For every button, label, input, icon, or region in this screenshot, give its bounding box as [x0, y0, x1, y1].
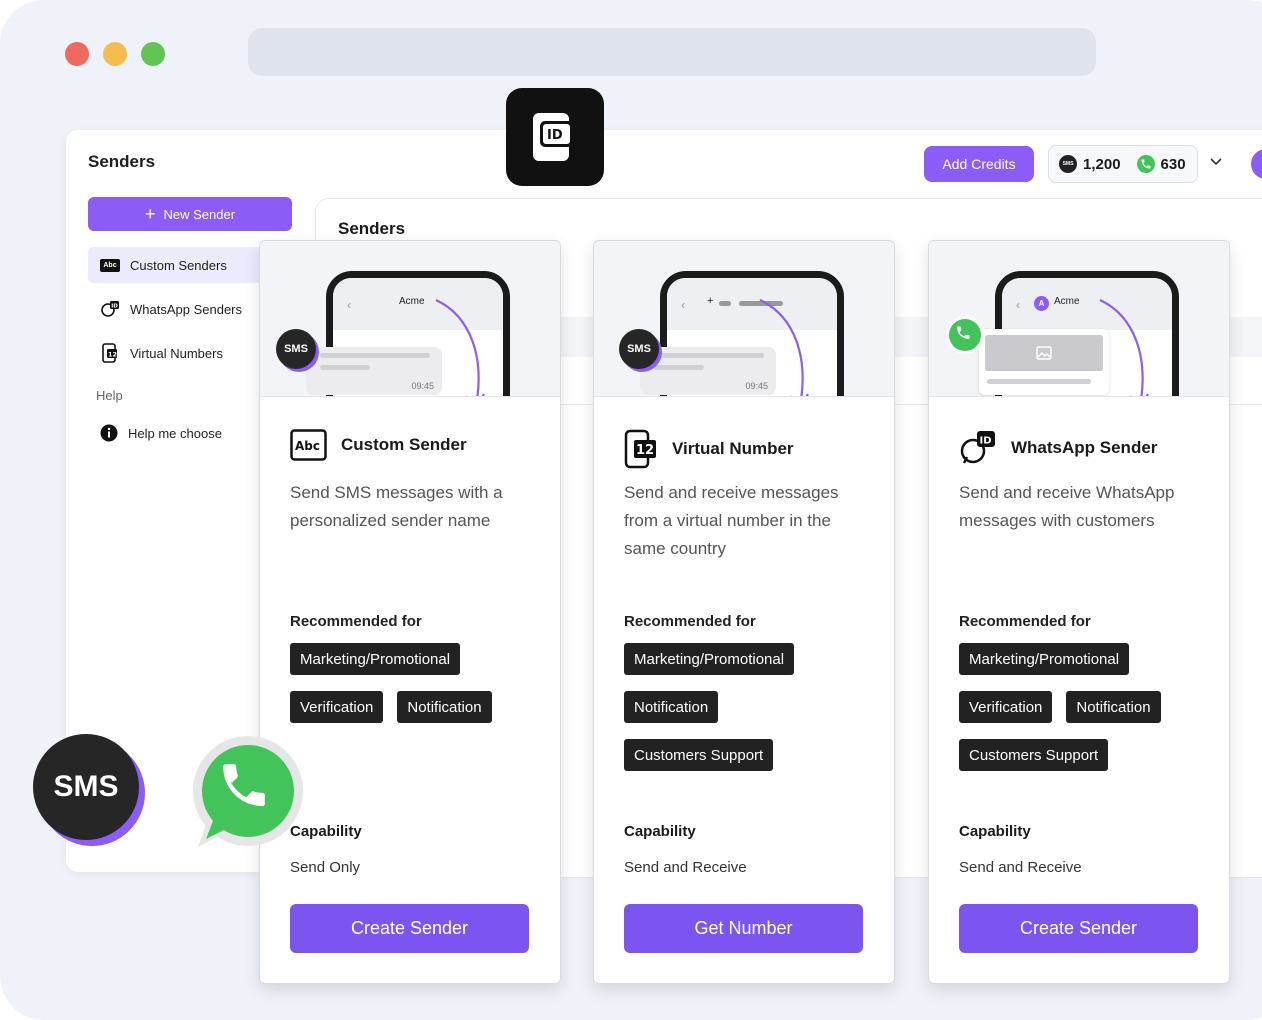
whatsapp-credit-icon [1136, 155, 1155, 173]
card-title: Custom Sender [341, 435, 467, 454]
svg-text:ID: ID [111, 303, 118, 309]
add-credits-button[interactable]: Add Credits [924, 146, 1034, 182]
card-description: Send and receive messages from a virtual… [624, 483, 839, 558]
back-chevron-icon: ‹ [347, 298, 351, 312]
card-header: ID WhatsApp Sender [959, 429, 1157, 467]
tag: Notification [624, 691, 719, 723]
sender-id-logo: ID [506, 88, 604, 186]
card-title: Virtual Number [672, 439, 794, 458]
plus-icon: + [707, 295, 714, 307]
tag-list: Marketing/Promotional Verification Notif… [959, 643, 1209, 771]
sms-badge: SMS [276, 329, 316, 369]
tag: Verification [290, 691, 384, 723]
svg-text:ID: ID [547, 128, 563, 143]
new-sender-button[interactable]: + New Sender [88, 197, 292, 231]
arrow-icon [1099, 299, 1149, 396]
avatar[interactable] [1251, 149, 1262, 179]
card-illustration: ‹ A Acme [929, 241, 1229, 397]
card-title: WhatsApp Sender [1011, 438, 1158, 457]
sidebar-item-label: Help me choose [128, 425, 222, 441]
sms-badge-large: SMS [33, 734, 139, 840]
browser-frame: Senders Add Credits SMS 1,200 630 + New … [0, 0, 1262, 1020]
tag: Marketing/Promotional [624, 643, 795, 675]
window-maximize-dot[interactable] [141, 42, 165, 66]
whatsapp-credit-count: 630 [1160, 155, 1186, 173]
chevron-down-icon[interactable] [1209, 154, 1223, 168]
card-header: Abc Custom Sender [290, 429, 467, 461]
card-illustration: ‹ + 09:45 SMS [594, 241, 894, 397]
tag: Customers Support [959, 739, 1109, 771]
sidebar-item-custom-senders[interactable]: Abc Custom Senders [88, 247, 288, 283]
hero-sender-name: Acme [399, 296, 425, 307]
info-icon [100, 424, 118, 442]
card-illustration: ‹ Acme 09:45 SMS [260, 241, 560, 397]
sender-id-icon: ID [533, 113, 573, 161]
get-number-button[interactable]: Get Number [624, 904, 863, 953]
capability-label: Capability [624, 823, 696, 840]
sidebar-item-help-me-choose[interactable]: Help me choose [88, 415, 268, 451]
card-description: Send SMS messages with a personalized se… [290, 483, 503, 530]
svg-text:12: 12 [108, 350, 117, 358]
phone-12-icon: 12 [624, 429, 656, 469]
svg-text:ID: ID [980, 436, 992, 447]
tag: Marketing/Promotional [290, 643, 461, 675]
help-heading: Help [96, 388, 123, 403]
window-close-dot[interactable] [65, 42, 89, 66]
abc-icon: Abc [290, 429, 327, 461]
sidebar-item-whatsapp-senders[interactable]: ID WhatsApp Senders [88, 291, 268, 327]
capability-value: Send and Receive [959, 859, 1082, 876]
tag: Notification [397, 691, 492, 723]
recommended-label: Recommended for [290, 613, 422, 630]
sms-credit-count: 1,200 [1083, 155, 1121, 173]
sender-card-custom: ‹ Acme 09:45 SMS Abc Custom Sender Send [259, 240, 561, 984]
address-bar[interactable] [248, 28, 1096, 76]
capability-value: Send Only [290, 859, 361, 876]
sidebar-item-label: WhatsApp Senders [130, 301, 243, 317]
media-bubble [979, 329, 1109, 395]
credits-balance[interactable]: SMS 1,200 630 [1048, 145, 1198, 183]
message-bubble: 09:45 [306, 347, 442, 395]
page-title: Senders [88, 152, 156, 171]
sidebar-item-virtual-numbers[interactable]: 12 Virtual Numbers [88, 335, 268, 371]
sender-card-virtual-number: ‹ + 09:45 SMS 12 Virtual Number Send and… [593, 240, 895, 984]
whatsapp-logo-icon [193, 736, 303, 847]
window-minimize-dot[interactable] [103, 42, 127, 66]
svg-text:12: 12 [636, 443, 654, 458]
arrow-icon [759, 299, 809, 396]
sms-badge: SMS [619, 329, 659, 369]
image-placeholder-icon [985, 335, 1103, 371]
tag: Verification [959, 691, 1053, 723]
abc-icon: Abc [100, 258, 120, 272]
tag: Customers Support [624, 739, 774, 771]
card-description: Send and receive WhatsApp messages with … [959, 483, 1175, 530]
plus-icon: + [144, 204, 156, 224]
whatsapp-id-icon: ID [960, 431, 995, 464]
recommended-label: Recommended for [959, 613, 1091, 630]
tag: Notification [1066, 691, 1161, 723]
create-sender-button[interactable]: Create Sender [959, 904, 1198, 953]
svg-text:Abc: Abc [295, 439, 320, 453]
sender-card-whatsapp: ‹ A Acme ID WhatsApp Sender Send and rec… [928, 240, 1230, 984]
create-sender-button[interactable]: Create Sender [290, 904, 529, 953]
sms-credit-icon: SMS [1059, 155, 1077, 173]
acme-avatar-icon: A [1034, 296, 1049, 311]
new-sender-label: New Sender [163, 206, 236, 222]
card-header: 12 Virtual Number [624, 429, 794, 469]
tag-list: Marketing/Promotional Notification Custo… [624, 643, 874, 771]
hero-sender-name: Acme [1054, 296, 1080, 307]
phone-12-icon: 12 [102, 343, 117, 363]
arrow-icon [435, 299, 485, 396]
recommended-label: Recommended for [624, 613, 756, 630]
sidebar-item-label: Virtual Numbers [130, 345, 223, 361]
sidebar-item-label: Custom Senders [130, 257, 227, 273]
panel-title: Senders [338, 219, 406, 238]
back-chevron-icon: ‹ [1016, 298, 1020, 312]
back-chevron-icon: ‹ [681, 298, 685, 312]
tag-list: Marketing/Promotional Verification Notif… [290, 643, 540, 723]
capability-label: Capability [959, 823, 1031, 840]
whatsapp-icon [946, 316, 984, 354]
capability-value: Send and Receive [624, 859, 747, 876]
whatsapp-id-icon: ID [101, 301, 119, 317]
tag: Marketing/Promotional [959, 643, 1130, 675]
